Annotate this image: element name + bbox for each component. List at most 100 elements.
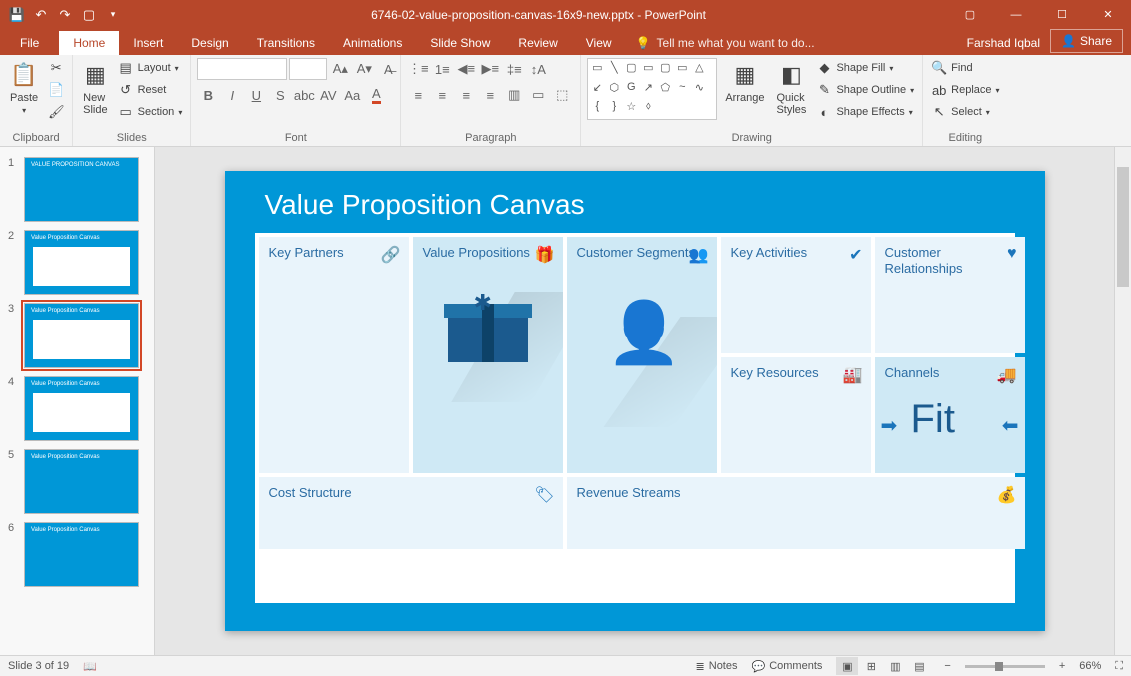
shapes-gallery[interactable]: ▭╲▢▭▢▭ △↙⬡G↗⬠ ~∿{}☆⬨ xyxy=(587,58,717,120)
bullets-button[interactable]: ⋮≡ xyxy=(407,58,429,80)
slide-thumbnail-4[interactable]: Value Proposition Canvas xyxy=(24,376,139,441)
clear-formatting-button[interactable]: A̶ xyxy=(377,58,399,80)
justify-button[interactable]: ≡ xyxy=(479,84,501,106)
fit-to-window-button[interactable]: ⛶ xyxy=(1115,660,1123,673)
zoom-level[interactable]: 66% xyxy=(1079,660,1101,672)
share-button[interactable]: 👤 Share xyxy=(1050,29,1123,53)
tab-slideshow[interactable]: Slide Show xyxy=(416,31,504,55)
find-button[interactable]: 🔍Find xyxy=(929,58,1001,78)
strikethrough-button[interactable]: S xyxy=(269,84,291,106)
text-direction-button[interactable]: ↕A xyxy=(527,58,549,80)
scrollbar-thumb[interactable] xyxy=(1117,167,1129,287)
tab-animations[interactable]: Animations xyxy=(329,31,416,55)
tell-me-search[interactable]: 💡 Tell me what you want to do... xyxy=(626,31,825,55)
cell-key-resources[interactable]: Key Resources🏭 xyxy=(721,357,871,473)
italic-button[interactable]: I xyxy=(221,84,243,106)
new-slide-button[interactable]: ▦ New Slide xyxy=(79,58,111,118)
copy-button[interactable]: 📄 xyxy=(46,80,66,100)
comments-button[interactable]: 💬Comments xyxy=(752,660,823,673)
normal-view-button[interactable]: ▣ xyxy=(836,657,858,675)
cell-channels[interactable]: Channels🚚 ➡ Fit ⬅ xyxy=(875,357,1025,473)
layout-button[interactable]: ▤Layout▾ xyxy=(116,58,185,78)
slide-canvas[interactable]: Value Proposition Canvas Key Partners🔗 K… xyxy=(225,171,1045,631)
decrease-font-button[interactable]: A▾ xyxy=(353,58,375,80)
cell-customer-relationships[interactable]: Customer Relationships♥ xyxy=(875,237,1025,353)
cell-key-partners[interactable]: Key Partners🔗 xyxy=(259,237,409,473)
numbering-button[interactable]: 1≡ xyxy=(431,58,453,80)
reset-button[interactable]: ↺Reset xyxy=(116,80,185,100)
ribbon-options-icon[interactable]: ▢ xyxy=(947,0,993,29)
cell-key-activities[interactable]: Key Activities✔ xyxy=(721,237,871,353)
font-size-combo[interactable] xyxy=(289,58,327,80)
shadow-button[interactable]: abc xyxy=(293,84,315,106)
change-case-button[interactable]: Aa xyxy=(341,84,363,106)
columns-button[interactable]: ▥ xyxy=(503,84,525,106)
quick-styles-button[interactable]: ◧ Quick Styles xyxy=(772,58,810,118)
underline-button[interactable]: U xyxy=(245,84,267,106)
cell-revenue-streams[interactable]: Revenue Streams💰 xyxy=(567,477,1025,549)
paste-icon: 📋 xyxy=(10,60,37,90)
cell-value-propositions[interactable]: Value Propositions🎁 ✱ xyxy=(413,237,563,473)
paste-button[interactable]: 📋 Paste ▾ xyxy=(6,58,42,117)
font-family-combo[interactable] xyxy=(197,58,287,80)
minimize-button[interactable]: ― xyxy=(993,0,1039,29)
start-from-beginning-icon[interactable]: ▢ xyxy=(78,4,100,26)
format-painter-button[interactable]: 🖌 xyxy=(46,102,66,122)
format-painter-icon: 🖌 xyxy=(48,104,64,120)
zoom-slider[interactable] xyxy=(965,665,1045,668)
cell-cost-structure[interactable]: Cost Structure🏷 xyxy=(259,477,563,549)
tab-transitions[interactable]: Transitions xyxy=(243,31,329,55)
tab-home[interactable]: Home xyxy=(59,31,119,55)
arrange-button[interactable]: ▦ Arrange xyxy=(721,58,768,106)
bold-button[interactable]: B xyxy=(197,84,219,106)
cell-customer-segments[interactable]: Customer Segments👥 👤 xyxy=(567,237,717,473)
tab-view[interactable]: View xyxy=(572,31,626,55)
font-color-button[interactable]: A xyxy=(365,84,387,106)
slide-sorter-button[interactable]: ⊞ xyxy=(860,657,882,675)
slide-thumbnail-3[interactable]: Value Proposition Canvas xyxy=(24,303,139,368)
reading-view-button[interactable]: ▥ xyxy=(884,657,906,675)
slide-thumbnail-6[interactable]: Value Proposition Canvas xyxy=(24,522,139,587)
replace-button[interactable]: abReplace▾ xyxy=(929,80,1001,100)
slide-thumbnail-1[interactable]: VALUE PROPOSITION CANVAS xyxy=(24,157,139,222)
smartart-button[interactable]: ⬚ xyxy=(551,84,573,106)
char-spacing-button[interactable]: AV xyxy=(317,84,339,106)
slide-title[interactable]: Value Proposition Canvas xyxy=(265,189,585,221)
tab-review[interactable]: Review xyxy=(504,31,571,55)
shape-fill-button[interactable]: ◆Shape Fill▾ xyxy=(814,58,916,78)
signed-in-user[interactable]: Farshad Iqbal xyxy=(957,31,1050,55)
zoom-in-button[interactable]: + xyxy=(1059,660,1065,672)
increase-indent-button[interactable]: ▶≡ xyxy=(479,58,501,80)
qat-customize-icon[interactable]: ▾ xyxy=(102,4,124,26)
select-button[interactable]: ↖Select▾ xyxy=(929,102,1001,122)
tab-insert[interactable]: Insert xyxy=(119,31,177,55)
close-button[interactable]: ✕ xyxy=(1085,0,1131,29)
maximize-button[interactable]: ☐ xyxy=(1039,0,1085,29)
slide-editor[interactable]: Value Proposition Canvas Key Partners🔗 K… xyxy=(155,147,1114,655)
cut-button[interactable]: ✂ xyxy=(46,58,66,78)
shape-outline-button[interactable]: ✎Shape Outline▾ xyxy=(814,80,916,100)
section-button[interactable]: ▭Section▾ xyxy=(116,102,185,122)
align-left-button[interactable]: ≡ xyxy=(407,84,429,106)
line-spacing-button[interactable]: ‡≡ xyxy=(503,58,525,80)
redo-icon[interactable]: ↷ xyxy=(54,4,76,26)
slide-counter[interactable]: Slide 3 of 19 xyxy=(8,660,69,672)
slide-thumbnail-2[interactable]: Value Proposition Canvas xyxy=(24,230,139,295)
spell-check-icon[interactable]: 📖 xyxy=(83,660,97,673)
increase-font-button[interactable]: A▴ xyxy=(329,58,351,80)
slideshow-view-button[interactable]: ▤ xyxy=(908,657,930,675)
decrease-indent-button[interactable]: ◀≡ xyxy=(455,58,477,80)
zoom-out-button[interactable]: − xyxy=(944,660,950,672)
align-right-button[interactable]: ≡ xyxy=(455,84,477,106)
align-center-button[interactable]: ≡ xyxy=(431,84,453,106)
tab-design[interactable]: Design xyxy=(177,31,242,55)
undo-icon[interactable]: ↶ xyxy=(30,4,52,26)
vertical-scrollbar[interactable] xyxy=(1114,147,1131,655)
align-text-button[interactable]: ▭ xyxy=(527,84,549,106)
tab-file[interactable]: File xyxy=(0,31,59,55)
save-icon[interactable]: 💾 xyxy=(6,4,28,26)
shape-effects-button[interactable]: ◐Shape Effects▾ xyxy=(814,102,916,122)
zoom-handle[interactable] xyxy=(995,662,1003,671)
notes-button[interactable]: ≣Notes xyxy=(696,660,738,673)
slide-thumbnail-5[interactable]: Value Proposition Canvas xyxy=(24,449,139,514)
